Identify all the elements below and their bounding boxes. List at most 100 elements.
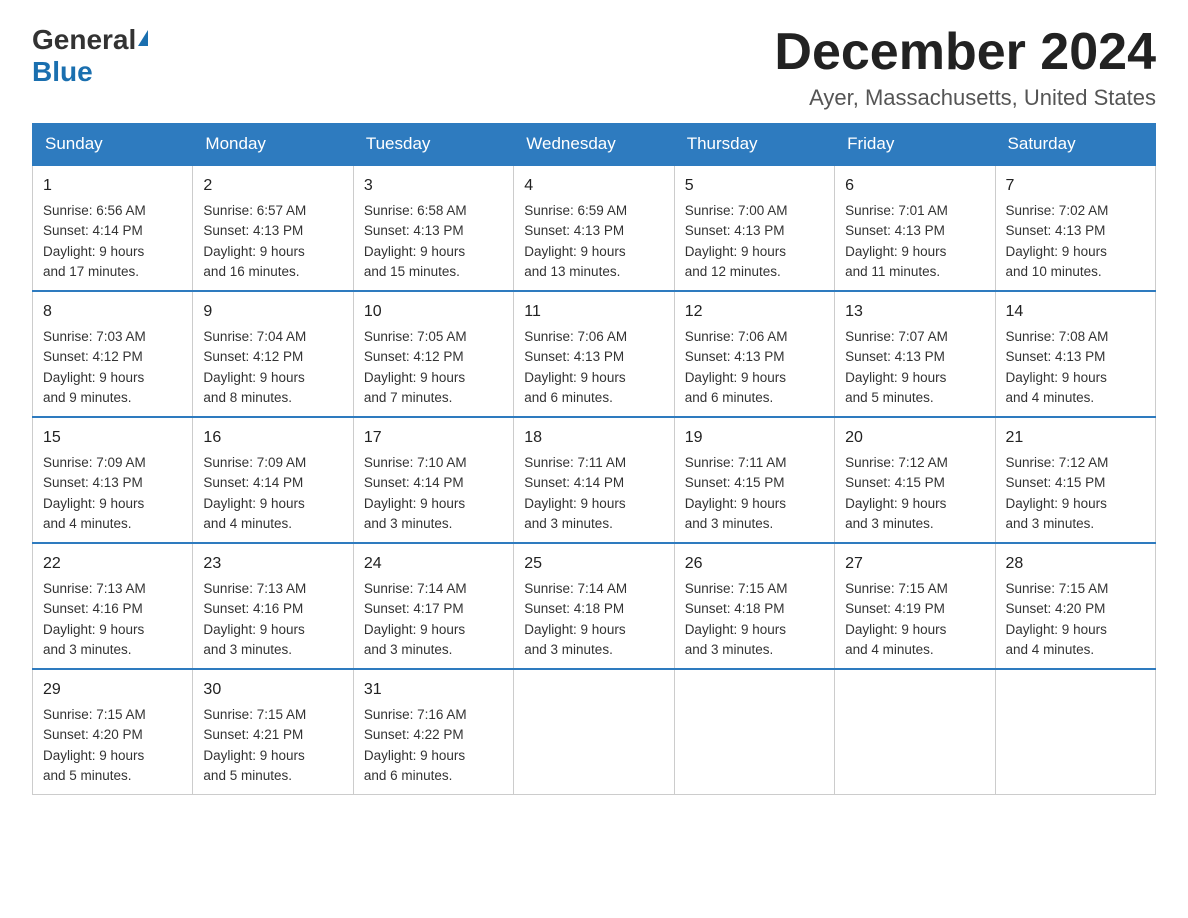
sunset-label: Sunset: 4:13 PM	[685, 223, 785, 238]
calendar-cell: 30 Sunrise: 7:15 AM Sunset: 4:21 PM Dayl…	[193, 669, 353, 795]
daylight-minutes: and 3 minutes.	[524, 642, 613, 657]
calendar-cell: 24 Sunrise: 7:14 AM Sunset: 4:17 PM Dayl…	[353, 543, 513, 669]
day-number: 16	[203, 426, 342, 450]
daylight-label: Daylight: 9 hours	[845, 370, 946, 385]
day-number: 8	[43, 300, 182, 324]
sunset-label: Sunset: 4:12 PM	[364, 349, 464, 364]
sunset-label: Sunset: 4:16 PM	[43, 601, 143, 616]
daylight-label: Daylight: 9 hours	[1006, 370, 1107, 385]
daylight-label: Daylight: 9 hours	[685, 370, 786, 385]
sunset-label: Sunset: 4:13 PM	[524, 349, 624, 364]
sunrise-label: Sunrise: 7:14 AM	[364, 581, 467, 596]
daylight-minutes: and 3 minutes.	[1006, 516, 1095, 531]
calendar-week-4: 22 Sunrise: 7:13 AM Sunset: 4:16 PM Dayl…	[33, 543, 1156, 669]
day-number: 14	[1006, 300, 1145, 324]
daylight-label: Daylight: 9 hours	[685, 244, 786, 259]
calendar-cell	[995, 669, 1155, 795]
calendar-cell: 9 Sunrise: 7:04 AM Sunset: 4:12 PM Dayli…	[193, 291, 353, 417]
calendar-cell: 3 Sunrise: 6:58 AM Sunset: 4:13 PM Dayli…	[353, 165, 513, 291]
sunset-label: Sunset: 4:17 PM	[364, 601, 464, 616]
day-number: 5	[685, 174, 824, 198]
sunrise-label: Sunrise: 7:15 AM	[1006, 581, 1109, 596]
calendar-cell: 7 Sunrise: 7:02 AM Sunset: 4:13 PM Dayli…	[995, 165, 1155, 291]
daylight-minutes: and 4 minutes.	[43, 516, 132, 531]
sunrise-label: Sunrise: 7:15 AM	[685, 581, 788, 596]
logo-triangle-icon	[138, 30, 148, 46]
calendar-week-3: 15 Sunrise: 7:09 AM Sunset: 4:13 PM Dayl…	[33, 417, 1156, 543]
sunrise-label: Sunrise: 7:15 AM	[43, 707, 146, 722]
sunset-label: Sunset: 4:14 PM	[43, 223, 143, 238]
sunset-label: Sunset: 4:13 PM	[364, 223, 464, 238]
sunrise-label: Sunrise: 7:16 AM	[364, 707, 467, 722]
sunrise-label: Sunrise: 7:11 AM	[685, 455, 787, 470]
day-number: 9	[203, 300, 342, 324]
sunrise-label: Sunrise: 7:05 AM	[364, 329, 467, 344]
daylight-label: Daylight: 9 hours	[685, 622, 786, 637]
day-number: 26	[685, 552, 824, 576]
day-number: 28	[1006, 552, 1145, 576]
sunset-label: Sunset: 4:12 PM	[43, 349, 143, 364]
day-number: 11	[524, 300, 663, 324]
sunrise-label: Sunrise: 7:12 AM	[1006, 455, 1109, 470]
daylight-label: Daylight: 9 hours	[364, 748, 465, 763]
day-number: 25	[524, 552, 663, 576]
header-wednesday: Wednesday	[514, 124, 674, 166]
calendar-cell: 29 Sunrise: 7:15 AM Sunset: 4:20 PM Dayl…	[33, 669, 193, 795]
calendar-cell: 21 Sunrise: 7:12 AM Sunset: 4:15 PM Dayl…	[995, 417, 1155, 543]
calendar-cell: 25 Sunrise: 7:14 AM Sunset: 4:18 PM Dayl…	[514, 543, 674, 669]
sunset-label: Sunset: 4:13 PM	[1006, 349, 1106, 364]
sunrise-label: Sunrise: 7:02 AM	[1006, 203, 1109, 218]
calendar-header-row: Sunday Monday Tuesday Wednesday Thursday…	[33, 124, 1156, 166]
daylight-label: Daylight: 9 hours	[524, 244, 625, 259]
day-number: 7	[1006, 174, 1145, 198]
day-number: 19	[685, 426, 824, 450]
day-number: 13	[845, 300, 984, 324]
day-number: 24	[364, 552, 503, 576]
daylight-minutes: and 5 minutes.	[43, 768, 132, 783]
sunset-label: Sunset: 4:13 PM	[524, 223, 624, 238]
sunset-label: Sunset: 4:15 PM	[1006, 475, 1106, 490]
calendar-cell: 5 Sunrise: 7:00 AM Sunset: 4:13 PM Dayli…	[674, 165, 834, 291]
day-number: 3	[364, 174, 503, 198]
sunset-label: Sunset: 4:13 PM	[1006, 223, 1106, 238]
daylight-minutes: and 3 minutes.	[685, 642, 774, 657]
sunset-label: Sunset: 4:20 PM	[1006, 601, 1106, 616]
day-number: 21	[1006, 426, 1145, 450]
sunset-label: Sunset: 4:14 PM	[203, 475, 303, 490]
day-number: 23	[203, 552, 342, 576]
daylight-minutes: and 5 minutes.	[203, 768, 292, 783]
sunset-label: Sunset: 4:22 PM	[364, 727, 464, 742]
calendar-cell: 8 Sunrise: 7:03 AM Sunset: 4:12 PM Dayli…	[33, 291, 193, 417]
calendar-week-5: 29 Sunrise: 7:15 AM Sunset: 4:20 PM Dayl…	[33, 669, 1156, 795]
header-saturday: Saturday	[995, 124, 1155, 166]
sunrise-label: Sunrise: 7:04 AM	[203, 329, 306, 344]
logo: General Blue	[32, 24, 148, 88]
title-block: December 2024 Ayer, Massachusetts, Unite…	[774, 24, 1156, 111]
day-number: 31	[364, 678, 503, 702]
sunrise-label: Sunrise: 7:08 AM	[1006, 329, 1109, 344]
calendar-week-2: 8 Sunrise: 7:03 AM Sunset: 4:12 PM Dayli…	[33, 291, 1156, 417]
sunrise-label: Sunrise: 7:07 AM	[845, 329, 948, 344]
daylight-label: Daylight: 9 hours	[364, 496, 465, 511]
day-number: 4	[524, 174, 663, 198]
calendar-cell: 6 Sunrise: 7:01 AM Sunset: 4:13 PM Dayli…	[835, 165, 995, 291]
daylight-label: Daylight: 9 hours	[203, 496, 304, 511]
daylight-minutes: and 3 minutes.	[685, 516, 774, 531]
daylight-label: Daylight: 9 hours	[845, 622, 946, 637]
header-sunday: Sunday	[33, 124, 193, 166]
day-number: 27	[845, 552, 984, 576]
header-tuesday: Tuesday	[353, 124, 513, 166]
calendar-cell: 15 Sunrise: 7:09 AM Sunset: 4:13 PM Dayl…	[33, 417, 193, 543]
sunrise-label: Sunrise: 7:15 AM	[203, 707, 306, 722]
sunrise-label: Sunrise: 7:01 AM	[845, 203, 948, 218]
calendar-cell	[514, 669, 674, 795]
daylight-label: Daylight: 9 hours	[43, 748, 144, 763]
daylight-label: Daylight: 9 hours	[203, 370, 304, 385]
sunset-label: Sunset: 4:14 PM	[524, 475, 624, 490]
calendar-cell: 16 Sunrise: 7:09 AM Sunset: 4:14 PM Dayl…	[193, 417, 353, 543]
sunrise-label: Sunrise: 7:13 AM	[203, 581, 306, 596]
sunset-label: Sunset: 4:13 PM	[845, 223, 945, 238]
daylight-label: Daylight: 9 hours	[1006, 496, 1107, 511]
sunrise-label: Sunrise: 6:58 AM	[364, 203, 467, 218]
day-number: 29	[43, 678, 182, 702]
